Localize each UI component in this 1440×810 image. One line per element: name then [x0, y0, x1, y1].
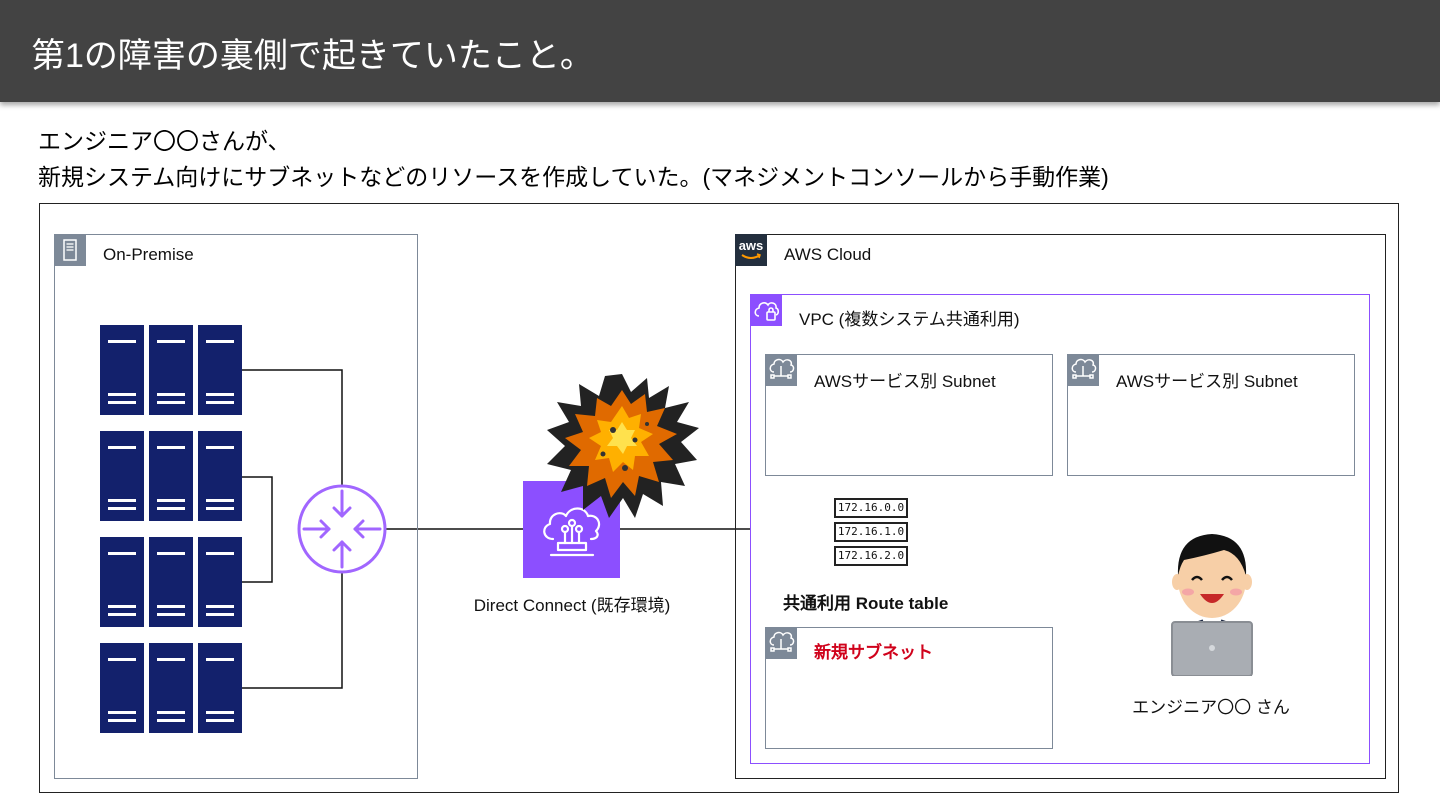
subnet-icon	[765, 354, 797, 386]
router-icon	[297, 484, 387, 574]
server-cluster	[100, 325, 242, 733]
route-table-label: 共通利用 Route table	[783, 594, 949, 613]
subnet-2-label: AWSサービス別 Subnet	[1116, 372, 1298, 391]
aws-cloud-label: AWS Cloud	[784, 245, 872, 264]
server-row-1	[100, 325, 242, 415]
subnet-icon	[1067, 354, 1099, 386]
aws-logo-icon: aws	[735, 234, 767, 266]
server-rack-icon	[54, 234, 86, 266]
route-entry: 172.16.1.0	[834, 522, 908, 542]
subnet-icon	[765, 627, 797, 659]
server-row-3	[100, 537, 242, 627]
server-row-4	[100, 643, 242, 733]
vpc-icon	[750, 294, 782, 326]
server-row-2	[100, 431, 242, 521]
route-entry: 172.16.2.0	[834, 546, 908, 566]
onprem-label: On-Premise	[103, 245, 194, 264]
engineer-icon	[1171, 534, 1253, 676]
engineer-label: エンジニア〇〇 さん	[1132, 698, 1290, 717]
subnet-1-label: AWSサービス別 Subnet	[814, 372, 996, 391]
direct-connect-label: Direct Connect (既存環境)	[473, 596, 671, 615]
explosion-icon	[547, 374, 699, 518]
route-table-icon: 172.16.0.0 172.16.1.0 172.16.2.0	[834, 498, 908, 566]
new-subnet-label: 新規サブネット	[814, 643, 933, 662]
route-entry: 172.16.0.0	[834, 498, 908, 518]
vpc-label: VPC (複数システム共通利用)	[799, 310, 1020, 329]
